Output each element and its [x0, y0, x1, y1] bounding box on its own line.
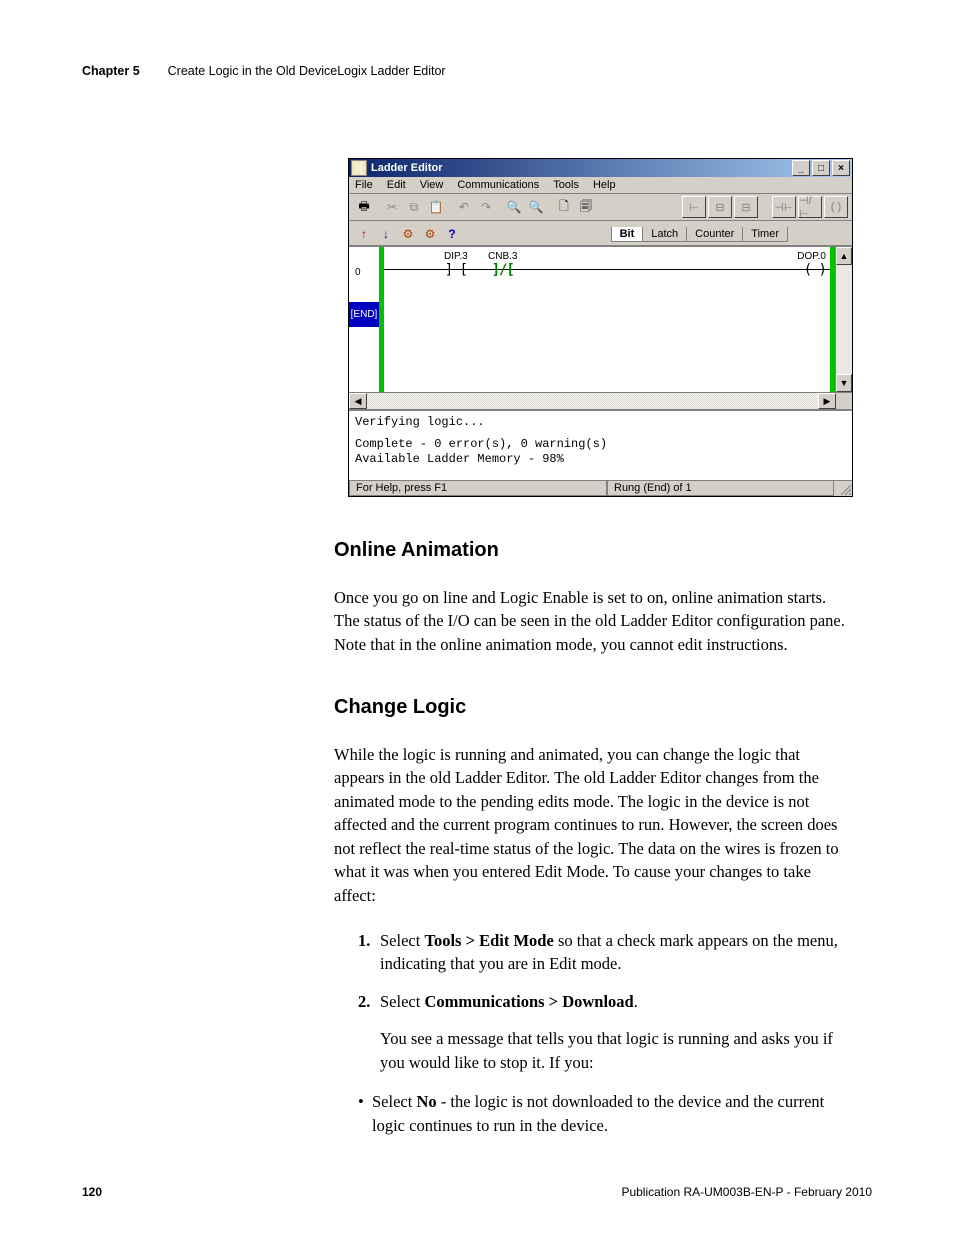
step-bold: Tools > Edit Mode — [424, 931, 553, 950]
tool-b-icon[interactable]: ⚙ — [419, 223, 441, 245]
coil-label: DOP.0 — [797, 251, 826, 262]
copy-icon[interactable]: ⧉ — [403, 196, 425, 218]
rung-number-column: 0 [END] — [349, 247, 384, 392]
paste-icon[interactable]: 📋 — [425, 196, 447, 218]
step-text: Select — [380, 931, 424, 950]
scroll-down-icon[interactable]: ▼ — [836, 374, 852, 392]
close-button[interactable]: × — [832, 160, 850, 176]
bullet-text: Select — [372, 1092, 416, 1111]
zoom-out-icon[interactable]: 🔍 — [525, 196, 547, 218]
contact-no-symbol: ] [ — [444, 262, 468, 278]
ladder-editor-window: ▒ Ladder Editor _ □ × File Edit View Com… — [348, 158, 853, 497]
bullet-text: - the logic is not downloaded to the dev… — [372, 1092, 824, 1134]
tab-bit[interactable]: Bit — [611, 227, 644, 242]
chapter-number: Chapter 5 — [82, 64, 140, 78]
page-number: 120 — [82, 1185, 102, 1199]
rung-tool-3-icon[interactable]: ⊟ — [734, 196, 758, 218]
ladder-diagram-area: 0 [END] DIP.3 ] [ CNB.3 ]/[ DOP.0 ( ) — [349, 246, 852, 392]
rung-tool-1-icon[interactable]: ⊢ — [682, 196, 706, 218]
paragraph: While the logic is running and animated,… — [334, 743, 854, 907]
minimize-button[interactable]: _ — [792, 160, 810, 176]
tab-latch[interactable]: Latch — [642, 227, 687, 242]
page-footer: 120 Publication RA-UM003B-EN-P - Februar… — [82, 1185, 872, 1199]
cut-icon[interactable]: ✂ — [381, 196, 403, 218]
menu-help[interactable]: Help — [593, 179, 616, 191]
rung-tool-2-icon[interactable]: ⊟ — [708, 196, 732, 218]
contact-nc-icon[interactable]: ⊣/⊢ — [798, 196, 822, 218]
menu-file[interactable]: File — [355, 179, 373, 191]
menu-edit[interactable]: Edit — [387, 179, 406, 191]
down-arrow-icon[interactable]: ↓ — [375, 223, 397, 245]
contact-label: CNB.3 — [488, 251, 517, 262]
toolbar-main: 🖶 ✂ ⧉ 📋 ↶ ↷ 🔍 🔍 🗋 🗐 ⊢ ⊟ ⊟ ⊣⊢ ⊣/⊢ ( ) — [349, 194, 852, 221]
redo-icon[interactable]: ↷ — [475, 196, 497, 218]
bullet-bold: No — [416, 1092, 436, 1111]
window-title: Ladder Editor — [371, 162, 443, 174]
menu-bar: File Edit View Communications Tools Help — [349, 177, 852, 194]
step-text: . — [634, 992, 638, 1011]
coil-icon[interactable]: ( ) — [824, 196, 848, 218]
chapter-title: Create Logic in the Old DeviceLogix Ladd… — [168, 64, 446, 78]
new-file-icon[interactable]: 🗋 — [553, 196, 575, 218]
tool-a-icon[interactable]: ⚙ — [397, 223, 419, 245]
app-icon: ▒ — [351, 160, 367, 176]
scroll-up-icon[interactable]: ▲ — [836, 247, 852, 265]
contact-cnb3[interactable]: CNB.3 ]/[ — [488, 251, 517, 278]
end-rung-marker[interactable]: [END] — [349, 302, 379, 327]
step-number: 2. — [358, 990, 380, 1013]
bullet-no-option: • Select No - the logic is not downloade… — [358, 1090, 854, 1137]
status-bar: For Help, press F1 Rung (End) of 1 — [349, 480, 852, 496]
step-1: 1. Select Tools > Edit Mode so that a ch… — [358, 929, 854, 976]
scroll-right-icon[interactable]: ▶ — [818, 393, 836, 409]
bullet-marker: • — [358, 1090, 372, 1137]
output-line: Available Ladder Memory - 98% — [355, 452, 846, 468]
contact-no-icon[interactable]: ⊣⊢ — [772, 196, 796, 218]
step-number: 1. — [358, 929, 380, 976]
tab-counter[interactable]: Counter — [686, 227, 743, 242]
coil-symbol: ( ) — [797, 262, 826, 278]
running-header: Chapter 5 Create Logic in the Old Device… — [82, 64, 872, 78]
paragraph: Once you go on line and Logic Enable is … — [334, 586, 854, 656]
help-icon[interactable]: ? — [441, 223, 463, 245]
status-rung: Rung (End) of 1 — [607, 481, 834, 496]
publication-id: Publication RA-UM003B-EN-P - February 20… — [621, 1185, 872, 1199]
step-bold: Communications > Download — [424, 992, 633, 1011]
menu-view[interactable]: View — [420, 179, 444, 191]
maximize-button[interactable]: □ — [812, 160, 830, 176]
resize-grip[interactable] — [834, 481, 852, 496]
step-2: 2. Select Communications > Download. — [358, 990, 854, 1013]
output-line: Verifying logic... — [355, 415, 846, 431]
contact-label: DIP.3 — [444, 251, 468, 262]
horizontal-scrollbar[interactable]: ◀ ▶ — [349, 392, 852, 409]
edit-mode-icon[interactable]: 🗐 — [575, 196, 597, 218]
contact-nc-symbol: ]/[ — [488, 262, 517, 278]
contact-dip3[interactable]: DIP.3 ] [ — [444, 251, 468, 278]
undo-icon[interactable]: ↶ — [453, 196, 475, 218]
print-icon[interactable]: 🖶 — [353, 196, 375, 218]
coil-dop0[interactable]: DOP.0 ( ) — [797, 251, 826, 278]
step-text: Select — [380, 992, 424, 1011]
window-titlebar: ▒ Ladder Editor _ □ × — [349, 159, 852, 177]
heading-online-animation: Online Animation — [334, 539, 854, 562]
menu-tools[interactable]: Tools — [553, 179, 579, 191]
rung-body[interactable]: DIP.3 ] [ CNB.3 ]/[ DOP.0 ( ) — [384, 247, 835, 392]
scroll-left-icon[interactable]: ◀ — [349, 393, 367, 409]
rung-number-0: 0 — [355, 267, 361, 278]
toolbar-secondary: ↑ ↓ ⚙ ⚙ ? Bit Latch Counter Timer — [349, 221, 852, 246]
output-line: Complete - 0 error(s), 0 warning(s) — [355, 437, 846, 453]
status-help: For Help, press F1 — [349, 481, 607, 496]
step-2-sub: You see a message that tells you that lo… — [380, 1027, 854, 1074]
tab-timer[interactable]: Timer — [742, 227, 788, 242]
menu-communications[interactable]: Communications — [457, 179, 539, 191]
heading-change-logic: Change Logic — [334, 696, 854, 719]
vertical-scrollbar[interactable]: ▲ ▼ — [835, 247, 852, 392]
zoom-in-icon[interactable]: 🔍 — [503, 196, 525, 218]
up-arrow-icon[interactable]: ↑ — [353, 223, 375, 245]
output-pane: Verifying logic... Complete - 0 error(s)… — [349, 409, 852, 480]
